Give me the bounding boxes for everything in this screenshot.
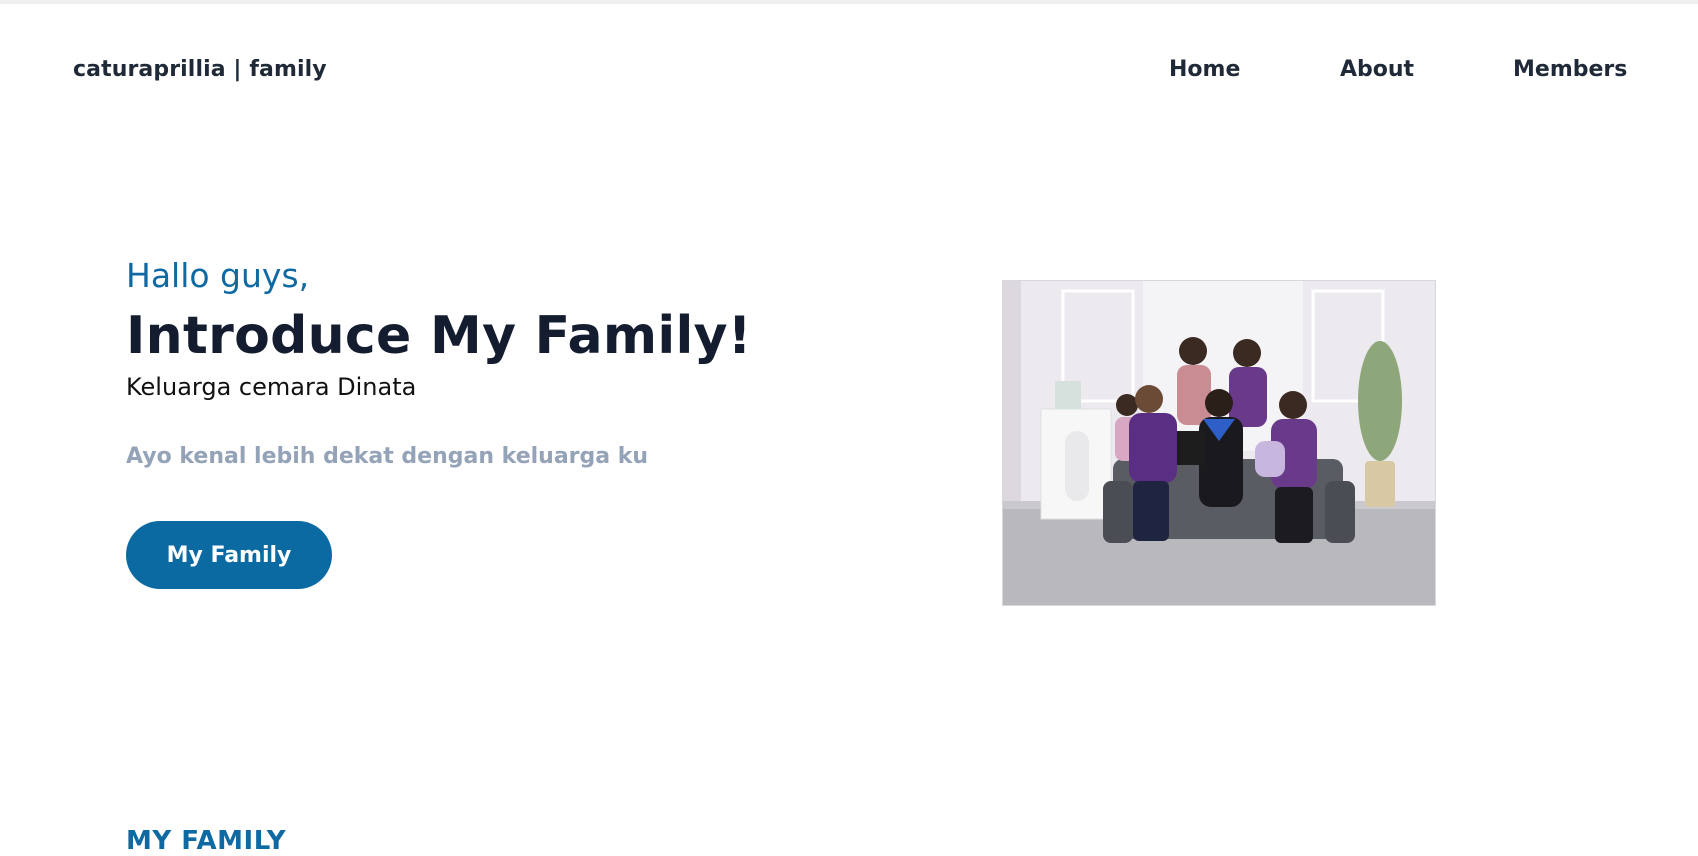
nav-link-members[interactable]: Members: [1513, 57, 1627, 82]
section-heading-my-family: MY FAMILY: [126, 826, 287, 856]
brand-logo-text[interactable]: caturaprillia | family: [73, 57, 327, 82]
my-family-button[interactable]: My Family: [126, 521, 332, 589]
nav-link-home[interactable]: Home: [1169, 57, 1240, 82]
family-photo-illustration: [1003, 281, 1435, 605]
nav-link-about[interactable]: About: [1340, 57, 1414, 82]
hero-subtitle: Keluarga cemara Dinata: [126, 373, 417, 401]
hero-tagline: Ayo kenal lebih dekat dengan keluarga ku: [126, 444, 649, 469]
top-border: [0, 0, 1698, 4]
family-photo: [1002, 280, 1436, 606]
hero-greeting: Hallo guys,: [126, 256, 310, 295]
hero-title: Introduce My Family!: [126, 306, 752, 366]
